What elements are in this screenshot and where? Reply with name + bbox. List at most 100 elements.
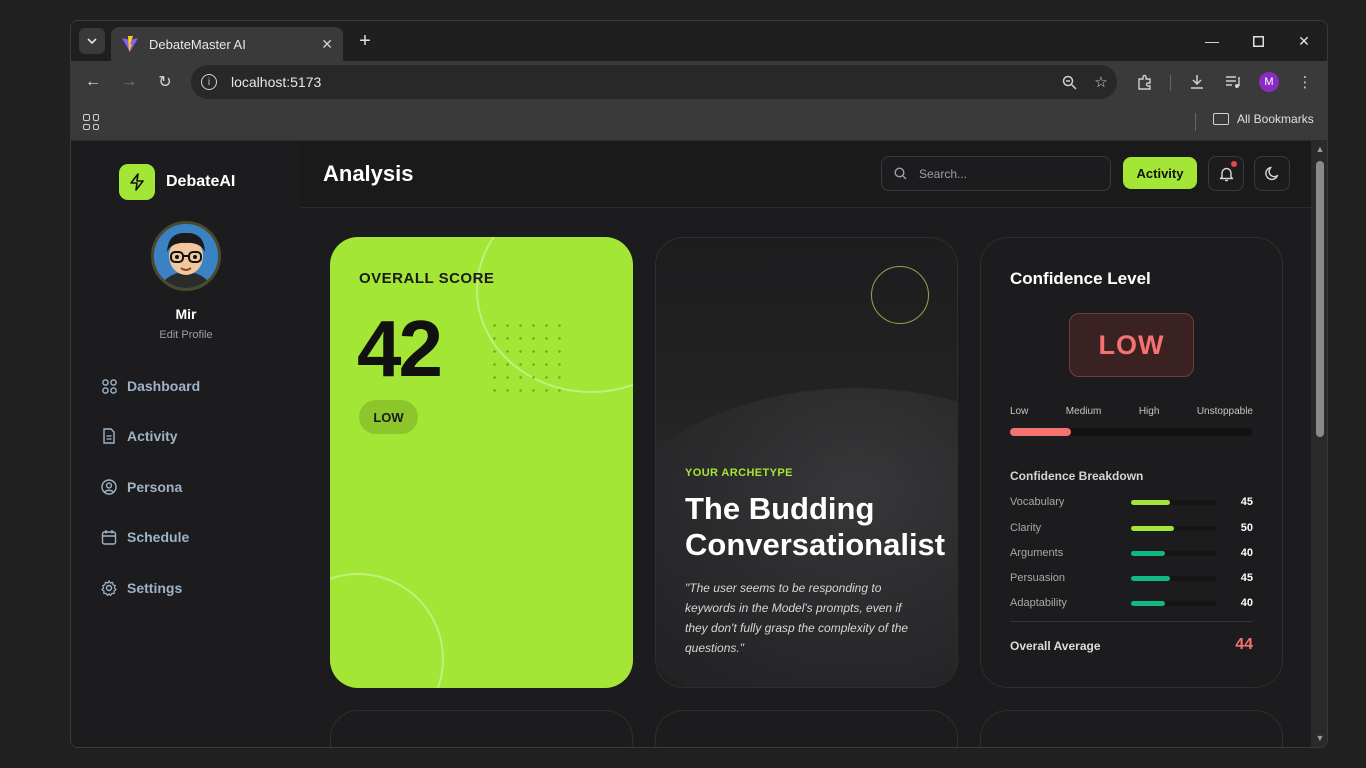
sidebar-item-label: Schedule [127,529,190,545]
magnifier-minus-icon [1062,75,1077,90]
scale-label-high: High [1138,406,1160,417]
zoom-icon[interactable] [1053,66,1085,98]
breakdown-bar [1131,525,1174,531]
average-value: 44 [1235,636,1253,653]
bookmarks-bar: All Bookmarks [71,103,1327,141]
sidebar: DebateAI Mir Edit Profile Dashboard Acti… [71,141,301,747]
page-scrollbar[interactable]: ▲ ▼ [1311,141,1327,747]
scroll-down-icon[interactable]: ▼ [1315,733,1325,743]
breakdown-row-arguments: Arguments 40 [1010,545,1253,561]
archetype-quote: "The user seems to be responding to keyw… [685,581,909,655]
chevron-down-icon [87,38,97,45]
forward-icon[interactable]: → [117,70,141,94]
breakdown-label: Clarity [1010,522,1042,534]
breakdown-bar [1131,499,1170,505]
scale-label-medium: Medium [1065,406,1102,417]
grid-icon [101,378,117,394]
browser-toolbar: ← → ↻ i localhost:5173 ☆ M ⋮ [71,61,1327,103]
breakdown-row-adaptability: Adaptability 40 [1010,595,1253,611]
archetype-card: YOUR ARCHETYPE The Budding Conversationa… [655,237,958,688]
theme-toggle-button[interactable] [1254,156,1290,191]
tab-search-button[interactable] [79,28,105,54]
new-tab-button[interactable]: + [353,29,377,53]
breakdown-track [1131,575,1217,581]
activity-button[interactable]: Activity [1123,157,1197,189]
breakdown-row-clarity: Clarity 50 [1010,520,1253,536]
media-control-icon[interactable] [1221,70,1245,94]
toolbar-divider [1170,75,1171,91]
tab-title: DebateMaster AI [149,36,246,52]
cartoon-avatar-icon [154,224,218,288]
maximize-square-icon [1252,35,1264,47]
sidebar-item-label: Persona [127,479,183,495]
breakdown-label: Adaptability [1010,597,1067,609]
edit-profile-link[interactable]: Edit Profile [71,329,301,341]
download-arrow-icon [1191,75,1203,89]
maximize-icon[interactable] [1244,29,1272,53]
document-icon [101,428,117,444]
breakdown-bar [1131,550,1166,556]
sidebar-item-settings[interactable]: Settings [101,580,182,596]
folder-icon [1213,113,1229,125]
user-circle-icon [101,479,117,495]
breakdown-track [1131,600,1217,606]
sidebar-item-activity[interactable]: Activity [101,428,178,444]
breakdown-track [1131,550,1217,556]
close-window-icon[interactable]: ✕ [1290,29,1318,53]
all-bookmarks-button[interactable]: All Bookmarks [1213,112,1314,126]
search-icon [894,167,907,180]
scroll-thumb[interactable] [1316,161,1324,437]
breakdown-value: 40 [1240,597,1253,609]
sidebar-item-dashboard[interactable]: Dashboard [101,378,200,394]
confidence-level-badge: LOW [1069,313,1194,377]
breakdown-bar [1131,575,1170,581]
address-bar[interactable]: i localhost:5173 ☆ [191,65,1117,99]
profile-avatar[interactable]: M [1259,72,1279,92]
notifications-button[interactable] [1208,156,1244,191]
breakdown-label: Arguments [1010,547,1064,559]
sidebar-item-persona[interactable]: Persona [101,479,182,495]
browser-window: DebateMaster AI ✕ + — ✕ ← → ↻ i localhos… [70,20,1328,748]
brand[interactable]: DebateAI [119,164,235,200]
second-bottom-card [655,710,958,747]
apps-grid-icon[interactable] [83,114,99,130]
breakdown-value: 45 [1240,572,1253,584]
scroll-up-icon[interactable]: ▲ [1315,144,1325,154]
overall-score-card: OVERALL SCORE 42 LOW [330,237,633,688]
notification-dot [1231,161,1237,167]
back-icon[interactable]: ← [81,70,105,94]
reload-icon[interactable]: ↻ [153,70,177,94]
third-bottom-card [980,710,1283,747]
english-proficiency-card [330,710,633,747]
gear-icon [101,580,117,596]
search-input[interactable] [919,166,1099,181]
site-info-icon[interactable]: i [201,74,217,90]
extensions-icon[interactable] [1133,70,1157,94]
bookmark-star-icon[interactable]: ☆ [1085,66,1117,98]
brand-name: DebateAI [166,173,236,190]
moon-icon [1264,166,1278,181]
browser-tab[interactable]: DebateMaster AI ✕ [111,27,343,61]
decorative-ring [330,573,444,688]
close-tab-icon[interactable]: ✕ [321,36,333,53]
sidebar-item-label: Dashboard [127,378,201,394]
avatar[interactable] [151,221,221,291]
search-box[interactable] [881,156,1111,191]
decorative-ring [871,266,929,324]
breakdown-track [1131,499,1217,505]
breakdown-label: Vocabulary [1010,496,1065,508]
calendar-icon [101,529,117,545]
breakdown-value: 45 [1240,496,1253,508]
breakdown-row-vocabulary: Vocabulary 45 [1010,494,1253,510]
sidebar-item-schedule[interactable]: Schedule [101,529,189,545]
minimize-icon[interactable]: — [1198,29,1226,53]
breakdown-divider [1010,621,1253,622]
scale-label-low: Low [1010,406,1029,417]
confidence-title: Confidence Level [1010,269,1151,288]
bookmarks-divider [1195,113,1196,131]
url-text[interactable]: localhost:5173 [231,74,1053,90]
sidebar-item-label: Activity [127,428,178,444]
browser-menu-icon[interactable]: ⋮ [1293,70,1317,94]
bell-icon [1219,167,1233,181]
download-icon[interactable] [1185,70,1209,94]
